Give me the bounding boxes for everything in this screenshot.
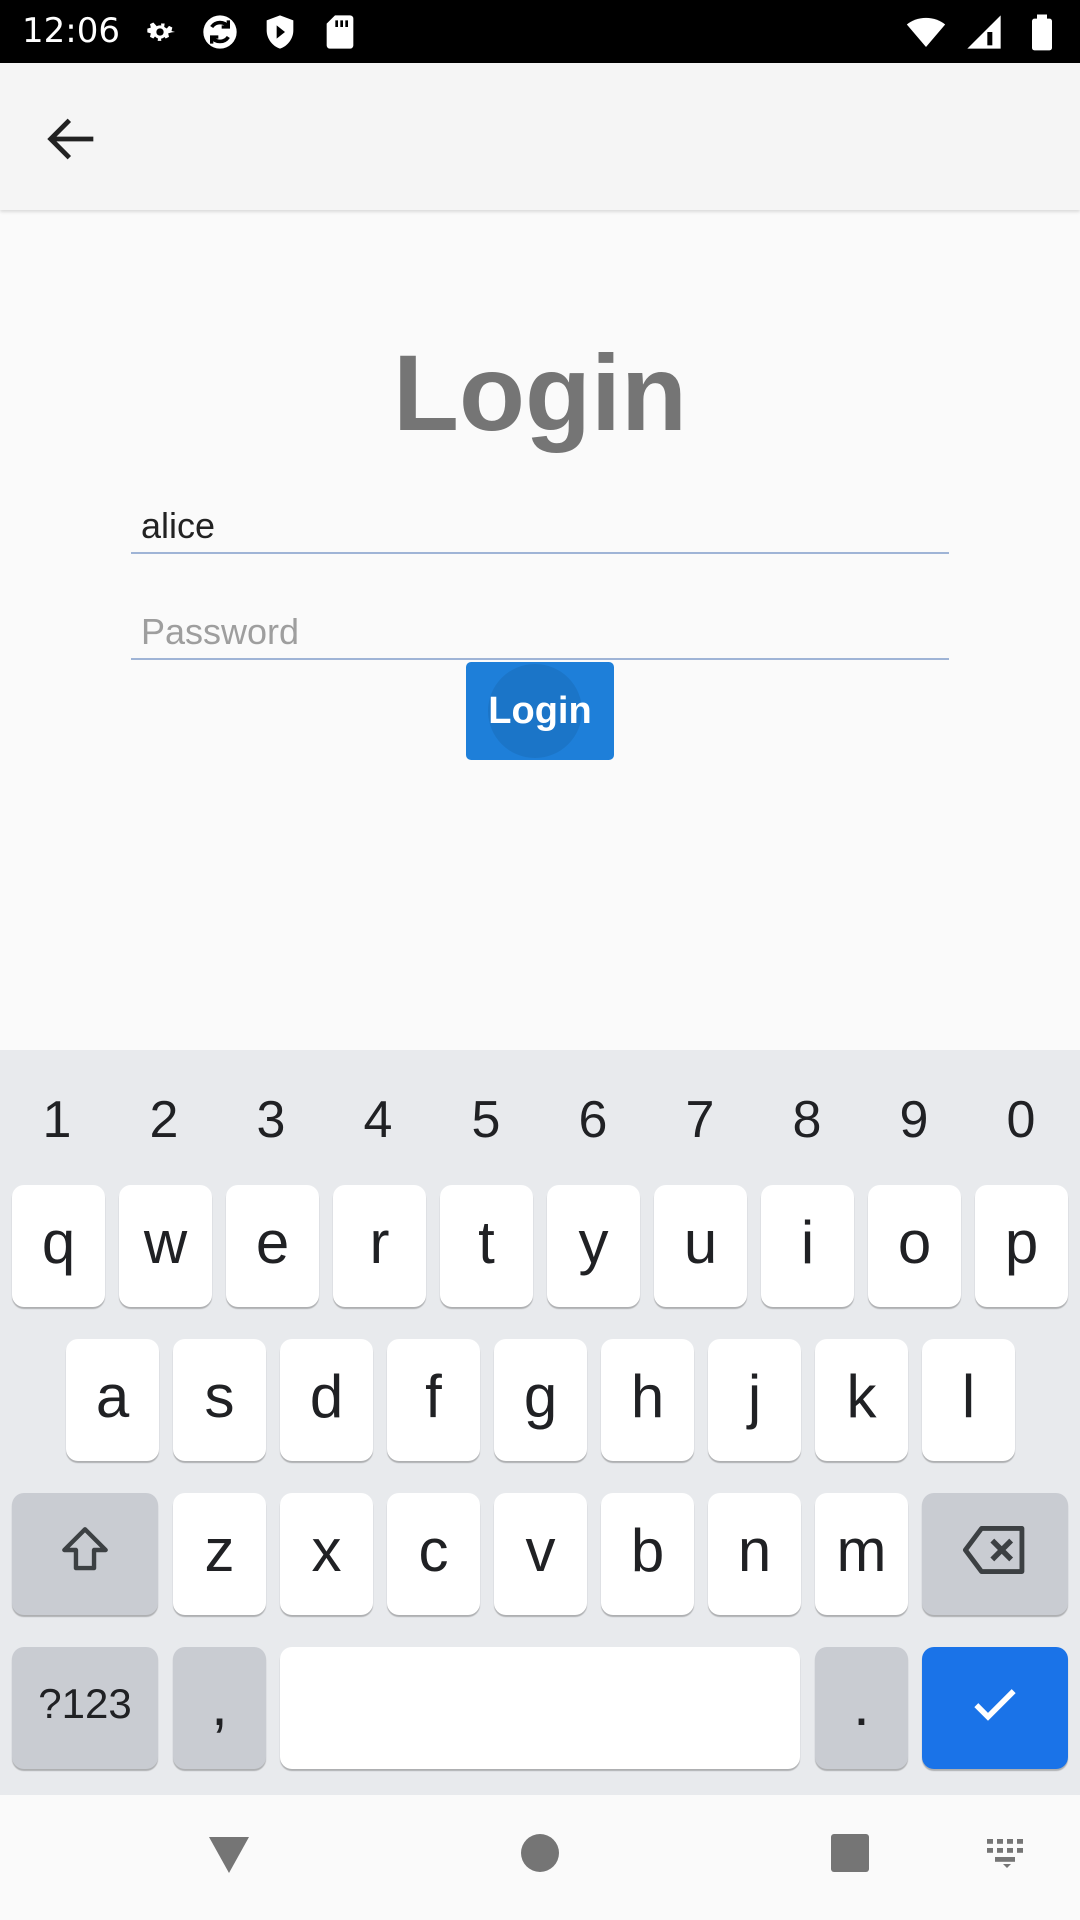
key-a[interactable]: a [66, 1339, 159, 1461]
play-protect-icon [266, 15, 294, 49]
home-circle-icon[interactable] [520, 1833, 560, 1873]
symbols-key[interactable]: ?123 [12, 1647, 158, 1769]
wifi-icon [906, 17, 946, 47]
key-s[interactable]: s [173, 1339, 266, 1461]
recents-square-icon[interactable] [830, 1833, 870, 1873]
keyboard-switch-icon[interactable] [985, 1837, 1029, 1869]
key-number[interactable]: 9 [874, 1090, 954, 1150]
checkmark-icon [974, 1689, 1016, 1721]
login-button-label: Login [488, 689, 592, 732]
login-button[interactable]: Login [466, 662, 614, 760]
key-number[interactable]: 1 [17, 1090, 97, 1150]
key-number[interactable]: 0 [981, 1090, 1061, 1150]
app-bar [0, 63, 1080, 210]
gear-icon [147, 22, 175, 41]
key-number[interactable]: 8 [767, 1090, 847, 1150]
navigation-bar [0, 1795, 1080, 1920]
key-f[interactable]: f [387, 1339, 480, 1461]
key-q[interactable]: q [12, 1185, 105, 1307]
key-k[interactable]: k [815, 1339, 908, 1461]
key-number[interactable]: 5 [446, 1090, 526, 1150]
key-x[interactable]: x [280, 1493, 373, 1615]
battery-icon [1032, 14, 1052, 51]
key-e[interactable]: e [226, 1185, 319, 1307]
key-y[interactable]: y [547, 1185, 640, 1307]
key-r[interactable]: r [333, 1185, 426, 1307]
sync-icon [203, 15, 237, 49]
key-z[interactable]: z [173, 1493, 266, 1615]
key-c[interactable]: c [387, 1493, 480, 1615]
page-title: Login [393, 332, 687, 453]
back-triangle-icon[interactable] [205, 1833, 253, 1877]
key-j[interactable]: j [708, 1339, 801, 1461]
key-b[interactable]: b [601, 1493, 694, 1615]
comma-key[interactable]: , [173, 1647, 266, 1769]
key-number[interactable]: 3 [231, 1090, 311, 1150]
key-d[interactable]: d [280, 1339, 373, 1461]
number-row: 1 2 3 4 5 6 7 8 9 0 [0, 1090, 1080, 1170]
username-field[interactable] [131, 500, 949, 554]
key-p[interactable]: p [975, 1185, 1068, 1307]
arrow-back-icon[interactable] [40, 107, 104, 171]
sd-card-icon [326, 15, 354, 49]
status-bar: 12:06 [0, 0, 1080, 63]
key-number[interactable]: 7 [660, 1090, 740, 1150]
space-key[interactable] [280, 1647, 800, 1769]
key-number[interactable]: 4 [338, 1090, 418, 1150]
key-i[interactable]: i [761, 1185, 854, 1307]
key-g[interactable]: g [494, 1339, 587, 1461]
key-u[interactable]: u [654, 1185, 747, 1307]
backspace-icon [962, 1526, 1025, 1574]
backspace-key[interactable] [922, 1493, 1068, 1615]
key-w[interactable]: w [119, 1185, 212, 1307]
enter-key[interactable] [922, 1647, 1068, 1769]
key-number[interactable]: 2 [124, 1090, 204, 1150]
shift-key[interactable] [12, 1493, 158, 1615]
password-field[interactable] [131, 606, 949, 660]
key-number[interactable]: 6 [553, 1090, 633, 1150]
key-t[interactable]: t [440, 1185, 533, 1307]
key-v[interactable]: v [494, 1493, 587, 1615]
cell-signal-icon [967, 15, 1001, 49]
shift-icon [62, 1527, 108, 1571]
key-l[interactable]: l [922, 1339, 1015, 1461]
period-key[interactable]: . [815, 1647, 908, 1769]
key-h[interactable]: h [601, 1339, 694, 1461]
key-o[interactable]: o [868, 1185, 961, 1307]
status-time: 12:06 [22, 11, 120, 51]
key-m[interactable]: m [815, 1493, 908, 1615]
key-n[interactable]: n [708, 1493, 801, 1615]
on-screen-keyboard: 1 2 3 4 5 6 7 8 9 0 q w e r t y u i o p … [0, 1050, 1080, 1795]
